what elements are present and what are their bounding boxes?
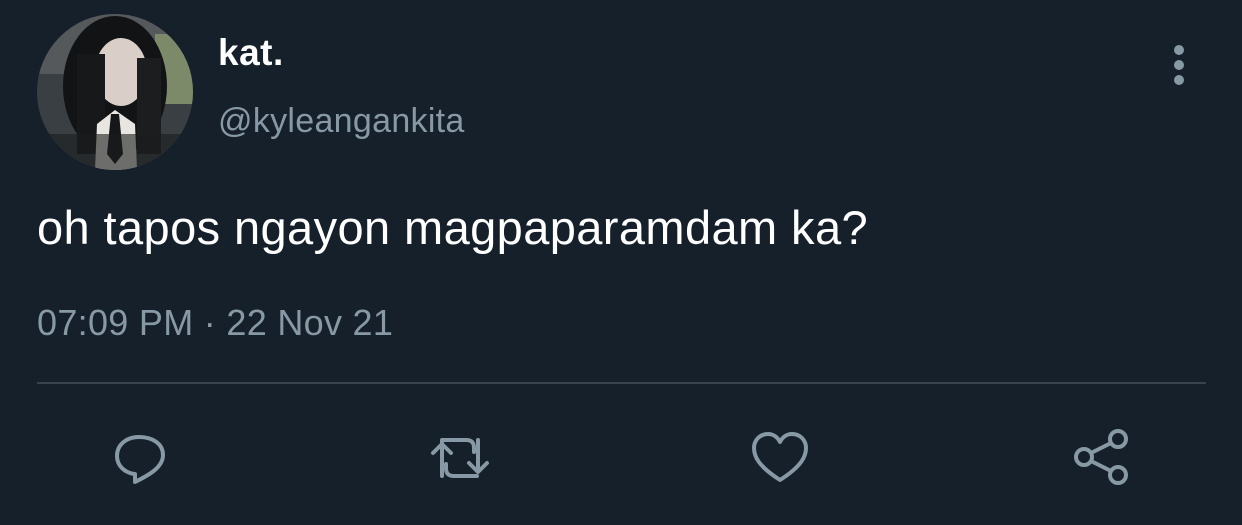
share-icon	[1074, 429, 1128, 485]
divider	[37, 382, 1206, 384]
user-handle[interactable]: @kyleangankita	[218, 102, 465, 141]
tweet-text: oh tapos ngayon magpaparamdam ka?	[37, 201, 869, 254]
like-icon	[752, 432, 808, 482]
reply-icon	[115, 435, 165, 484]
like-button[interactable]	[750, 428, 810, 488]
tweet-card: kat. @kyleangankita oh tapos ngayon magp…	[0, 0, 1242, 525]
avatar[interactable]	[37, 14, 193, 170]
retweet-icon	[431, 438, 489, 478]
share-button[interactable]	[1072, 428, 1132, 488]
more-options-icon[interactable]	[1162, 42, 1196, 88]
tweet-timestamp[interactable]: 07:09 PM · 22 Nov 21	[37, 302, 393, 344]
reply-button[interactable]	[110, 428, 170, 488]
retweet-button[interactable]	[430, 428, 490, 488]
display-name[interactable]: kat.	[218, 32, 284, 74]
